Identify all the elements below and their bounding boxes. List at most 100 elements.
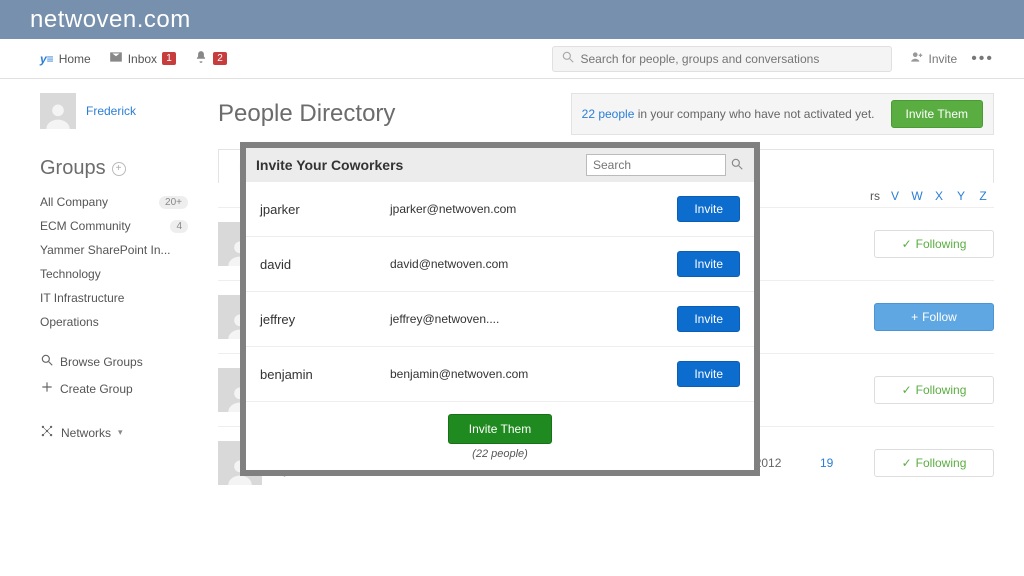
search-icon <box>561 50 575 67</box>
site-title: netwoven.com <box>30 6 191 34</box>
networks-dropdown[interactable]: Networks ▾ <box>40 424 188 441</box>
more-menu[interactable]: ••• <box>971 50 994 68</box>
coworker-email: jparker@netwoven.com <box>390 202 667 216</box>
plus-icon: + <box>911 310 918 324</box>
invite-coworkers-modal: Invite Your Coworkers jparker jparker@ne… <box>240 142 760 476</box>
coworker-row: jeffrey jeffrey@netwoven.... Invite <box>246 292 754 347</box>
group-label: Technology <box>40 267 101 281</box>
activation-count-link[interactable]: 22 people <box>582 107 635 121</box>
nav-inbox[interactable]: Inbox 1 <box>109 50 176 67</box>
plus-icon <box>40 380 54 397</box>
nav-invite-label: Invite <box>929 52 958 66</box>
network-icon <box>40 424 54 441</box>
modal-search-input[interactable] <box>586 154 726 176</box>
group-count: 4 <box>170 220 188 233</box>
alpha-w[interactable]: W <box>906 189 928 203</box>
coworker-name: benjamin <box>260 367 380 382</box>
yammer-icon: y≡ <box>40 52 54 66</box>
search-icon[interactable] <box>730 157 744 174</box>
group-label: IT Infrastructure <box>40 291 124 305</box>
invite-them-button[interactable]: Invite Them <box>891 100 983 128</box>
create-group[interactable]: Create Group <box>40 375 188 402</box>
alpha-fragment: rs <box>870 189 880 203</box>
coworker-row: jparker jparker@netwoven.com Invite <box>246 182 754 237</box>
site-banner: netwoven.com <box>0 0 1024 39</box>
alpha-y[interactable]: Y <box>950 189 972 203</box>
modal-count-note: (22 people) <box>246 448 754 460</box>
mail-icon <box>109 50 123 67</box>
invite-button[interactable]: Invite <box>677 251 740 277</box>
check-icon: ✓ <box>902 456 912 470</box>
modal-header: Invite Your Coworkers <box>246 148 754 182</box>
group-actions: Browse Groups Create Group <box>40 348 188 402</box>
groups-label: Groups <box>40 157 106 180</box>
coworker-name: jparker <box>260 202 380 217</box>
browse-groups-label: Browse Groups <box>60 355 143 369</box>
coworker-email: jeffrey@netwoven.... <box>390 312 667 326</box>
coworker-name: jeffrey <box>260 312 380 327</box>
page-header: People Directory 22 people in your compa… <box>218 93 994 135</box>
add-group-icon[interactable]: + <box>112 162 126 176</box>
group-item-technology[interactable]: Technology <box>40 262 188 286</box>
coworker-row: david david@netwoven.com Invite <box>246 237 754 292</box>
following-label: Following <box>916 456 967 470</box>
invite-button[interactable]: Invite <box>677 306 740 332</box>
bell-icon <box>194 50 208 67</box>
following-label: Following <box>916 237 967 251</box>
profile-name: Frederick <box>86 104 136 118</box>
following-button[interactable]: ✓ Following <box>874 449 994 477</box>
coworker-row: benjamin benjamin@netwoven.com Invite <box>246 347 754 402</box>
avatar <box>40 93 76 129</box>
group-item-yammer-sp[interactable]: Yammer SharePoint In... <box>40 238 188 262</box>
group-item-ecm[interactable]: ECM Community 4 <box>40 214 188 238</box>
group-item-it-infra[interactable]: IT Infrastructure <box>40 286 188 310</box>
modal-search <box>586 154 744 176</box>
page-title: People Directory <box>218 100 395 128</box>
nav-home[interactable]: y≡ Home <box>40 52 91 66</box>
activation-strip: 22 people in your company who have not a… <box>571 93 994 135</box>
chevron-down-icon: ▾ <box>118 427 123 438</box>
check-icon: ✓ <box>902 383 912 397</box>
global-search[interactable] <box>552 46 892 72</box>
notif-badge: 2 <box>213 52 227 65</box>
create-group-label: Create Group <box>60 382 133 396</box>
activation-rest: in your company who have not activated y… <box>634 107 874 121</box>
group-label: Yammer SharePoint In... <box>40 243 171 257</box>
alpha-x[interactable]: X <box>928 189 950 203</box>
following-label: Following <box>916 383 967 397</box>
invite-button[interactable]: Invite <box>677 196 740 222</box>
groups-heading: Groups + <box>40 157 188 180</box>
follow-button[interactable]: + Follow <box>874 303 994 331</box>
nav-invite[interactable]: Invite <box>910 50 958 67</box>
group-label: Operations <box>40 315 99 329</box>
alpha-z[interactable]: Z <box>972 189 994 203</box>
following-button[interactable]: ✓ Following <box>874 376 994 404</box>
group-label: ECM Community <box>40 219 131 233</box>
nav-notifications[interactable]: 2 <box>194 50 227 67</box>
coworker-name: david <box>260 257 380 272</box>
group-item-all-company[interactable]: All Company 20+ <box>40 190 188 214</box>
alpha-v[interactable]: V <box>884 189 906 203</box>
group-list: All Company 20+ ECM Community 4 Yammer S… <box>40 190 188 334</box>
group-item-operations[interactable]: Operations <box>40 310 188 334</box>
global-search-input[interactable] <box>581 52 883 66</box>
follow-label: Follow <box>922 310 957 324</box>
modal-body[interactable]: jparker jparker@netwoven.com Invite davi… <box>246 182 754 402</box>
modal-footer: Invite Them (22 people) <box>246 402 754 470</box>
coworker-email: benjamin@netwoven.com <box>390 367 667 381</box>
modal-title: Invite Your Coworkers <box>256 157 403 173</box>
group-count: 20+ <box>159 196 188 209</box>
nav-inbox-label: Inbox <box>128 52 157 66</box>
networks-label: Networks <box>61 426 111 440</box>
invite-all-button[interactable]: Invite Them <box>448 414 552 444</box>
following-button[interactable]: ✓ Following <box>874 230 994 258</box>
person-count[interactable]: 19 <box>820 456 860 470</box>
invite-button[interactable]: Invite <box>677 361 740 387</box>
browse-groups[interactable]: Browse Groups <box>40 348 188 375</box>
profile-row[interactable]: Frederick <box>40 93 188 129</box>
nav-right: Invite ••• <box>910 50 995 68</box>
top-nav: y≡ Home Inbox 1 2 Invite <box>0 39 1024 79</box>
search-icon <box>40 353 54 370</box>
group-label: All Company <box>40 195 108 209</box>
inbox-badge: 1 <box>162 52 176 65</box>
